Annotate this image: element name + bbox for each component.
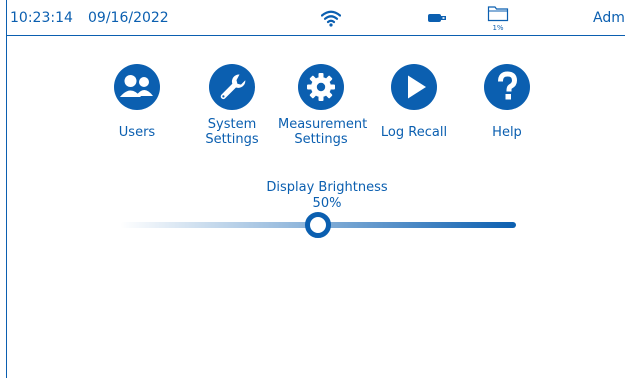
system-settings-label-line1: System xyxy=(207,117,257,132)
system-settings-button[interactable]: System Settings xyxy=(189,64,275,154)
storage-indicator: 1% xyxy=(487,4,509,34)
system-settings-label: System Settings xyxy=(189,117,275,147)
users-icon xyxy=(114,64,160,110)
measurement-settings-label-line2: Settings xyxy=(294,132,348,147)
current-user[interactable]: Admin xyxy=(593,10,625,26)
usb-drive-icon xyxy=(428,14,446,22)
question-icon xyxy=(484,64,530,110)
wrench-icon xyxy=(209,64,255,110)
measurement-settings-button[interactable]: Measurement Settings xyxy=(278,64,368,154)
clock-date: 09/16/2022 xyxy=(88,10,169,26)
log-recall-button[interactable]: Log Recall xyxy=(371,64,457,154)
clock-time: 10:23:14 xyxy=(10,10,73,26)
status-bar: 10:23:14 09/16/2022 1% Admin xyxy=(7,0,625,36)
system-settings-label-line2: Settings xyxy=(205,132,259,147)
measurement-settings-label-line1: Measurement xyxy=(278,117,368,132)
measurement-settings-label: Measurement Settings xyxy=(278,117,368,147)
brightness-slider-handle[interactable] xyxy=(305,212,331,238)
users-button[interactable]: Users xyxy=(94,64,180,154)
log-recall-label: Log Recall xyxy=(380,125,448,140)
display-brightness-value: 50% xyxy=(312,196,342,211)
display-brightness-title: Display Brightness xyxy=(266,180,388,195)
users-label: Users xyxy=(118,125,156,140)
wifi-icon xyxy=(321,10,341,27)
gear-icon xyxy=(298,64,344,110)
help-button[interactable]: Help xyxy=(464,64,550,154)
play-icon xyxy=(391,64,437,110)
app-frame: 10:23:14 09/16/2022 1% Admin xyxy=(6,0,625,378)
help-label: Help xyxy=(492,125,522,140)
folder-icon xyxy=(487,6,509,22)
storage-percent: 1% xyxy=(492,24,504,32)
